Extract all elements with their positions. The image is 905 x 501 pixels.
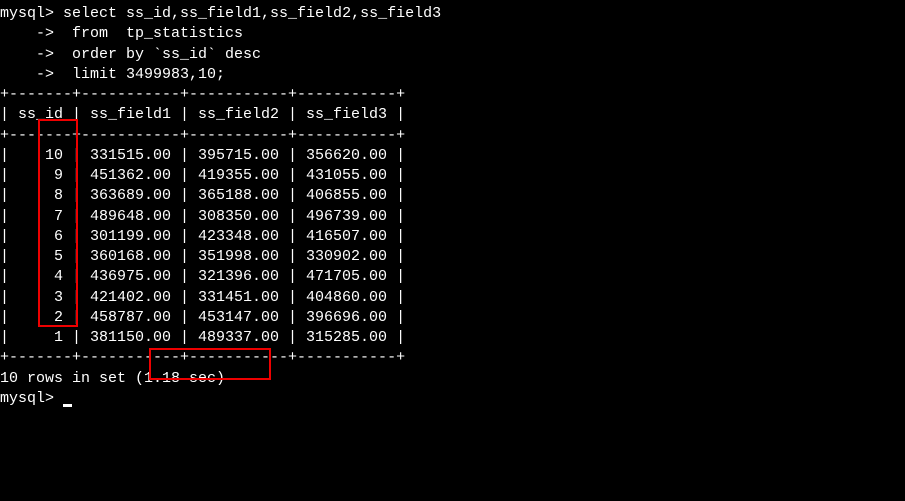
table-row: | 4 | 436975.00 | 321396.00 | 471705.00 … [0, 267, 905, 287]
cursor-icon [63, 404, 72, 407]
table-row: | 10 | 331515.00 | 395715.00 | 356620.00… [0, 146, 905, 166]
query-line-4: -> limit 3499983,10; [0, 65, 905, 85]
table-row: | 2 | 458787.00 | 453147.00 | 396696.00 … [0, 308, 905, 328]
table-row: | 5 | 360168.00 | 351998.00 | 330902.00 … [0, 247, 905, 267]
query-line-3: -> order by `ss_id` desc [0, 45, 905, 65]
table-row: | 6 | 301199.00 | 423348.00 | 416507.00 … [0, 227, 905, 247]
result-summary: 10 rows in set (1.18 sec) [0, 369, 905, 389]
table-row: | 8 | 363689.00 | 365188.00 | 406855.00 … [0, 186, 905, 206]
table-border-mid: +-------+-----------+-----------+-------… [0, 126, 905, 146]
table-header: | ss_id | ss_field1 | ss_field2 | ss_fie… [0, 105, 905, 125]
table-row: | 3 | 421402.00 | 331451.00 | 404860.00 … [0, 288, 905, 308]
prompt-line[interactable]: mysql> [0, 389, 905, 409]
table-row: | 7 | 489648.00 | 308350.00 | 496739.00 … [0, 207, 905, 227]
query-line-2: -> from tp_statistics [0, 24, 905, 44]
table-border-bottom: +-------+-----------+-----------+-------… [0, 348, 905, 368]
table-row: | 9 | 451362.00 | 419355.00 | 431055.00 … [0, 166, 905, 186]
table-row: | 1 | 381150.00 | 489337.00 | 315285.00 … [0, 328, 905, 348]
query-line-1: mysql> select ss_id,ss_field1,ss_field2,… [0, 4, 905, 24]
table-border-top: +-------+-----------+-----------+-------… [0, 85, 905, 105]
